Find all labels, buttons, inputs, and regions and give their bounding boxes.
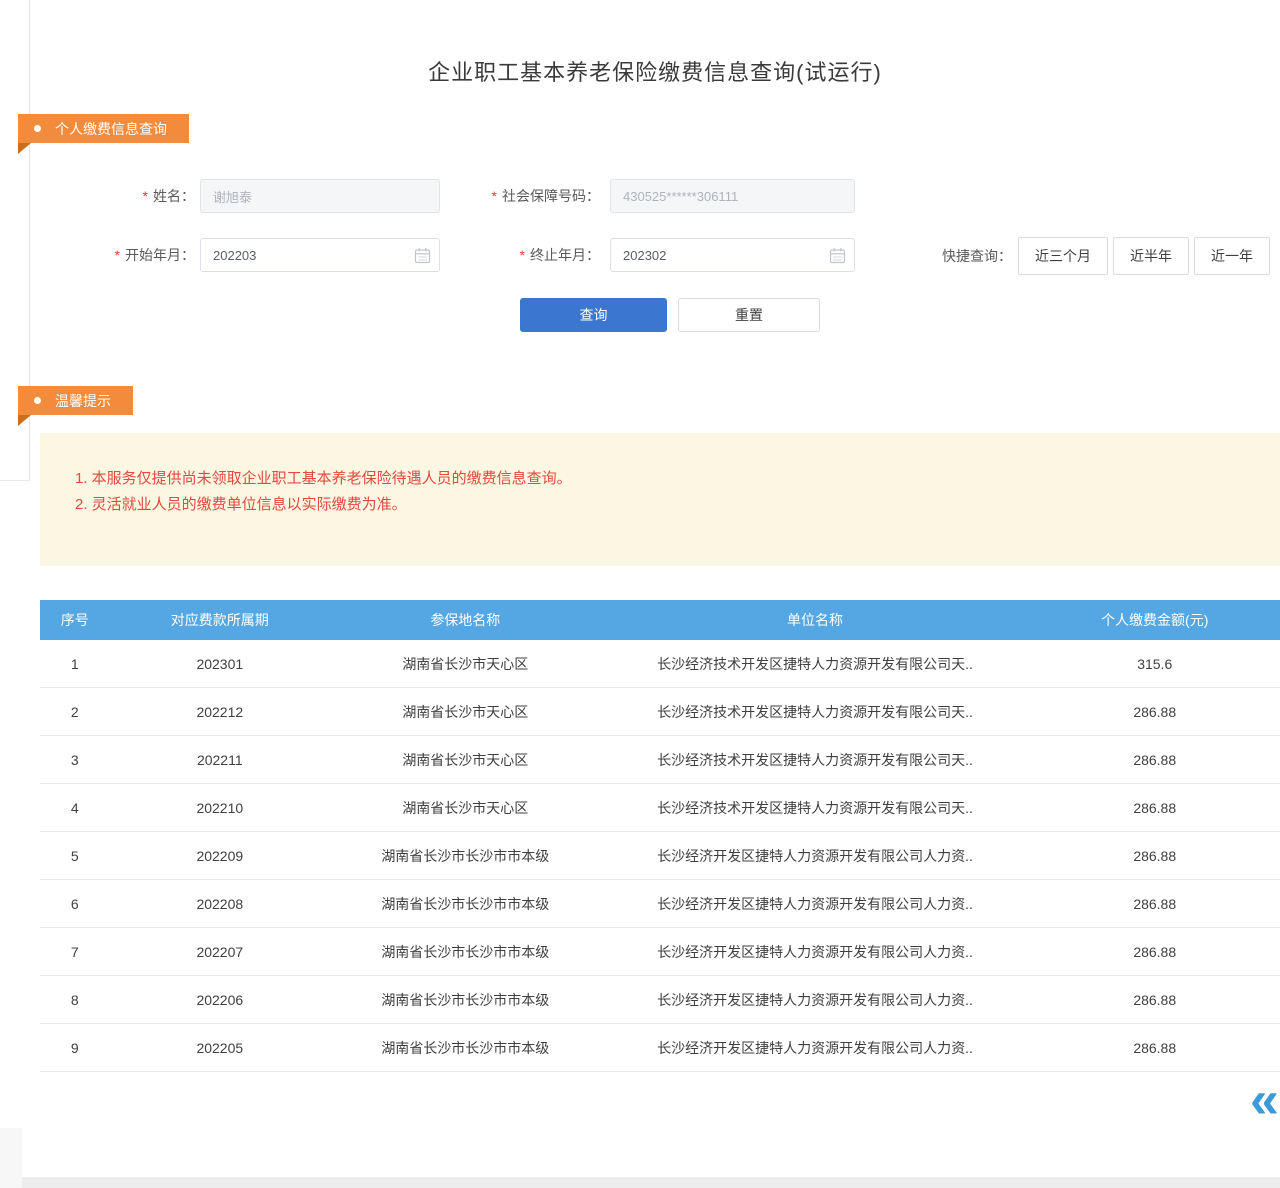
table-body: 1202301湖南省长沙市天心区长沙经济技术开发区捷特人力资源开发有限公司天..… <box>40 640 1280 1072</box>
table-row: 6202208湖南省长沙市长沙市市本级长沙经济开发区捷特人力资源开发有限公司人力… <box>40 880 1280 928</box>
table-cell: 湖南省长沙市天心区 <box>330 736 600 783</box>
table-cell: 长沙经济开发区捷特人力资源开发有限公司人力资.. <box>600 880 1029 927</box>
page-title: 企业职工基本养老保险缴费信息查询(试运行) <box>30 55 1280 87</box>
section-tag-label: 温馨提示 <box>55 391 111 411</box>
table-cell: 202212 <box>109 688 330 735</box>
end-month-label: *终止年月： <box>460 238 600 272</box>
quick-query-group: 近三个月 近半年 近一年 <box>1018 237 1270 275</box>
left-bottom-gray-area <box>0 1128 22 1188</box>
section-tag-tips: 温馨提示 <box>18 386 133 415</box>
table-row: 9202205湖南省长沙市长沙市市本级长沙经济开发区捷特人力资源开发有限公司人力… <box>40 1024 1280 1072</box>
table-cell: 9 <box>40 1024 109 1071</box>
table-row: 8202206湖南省长沙市长沙市市本级长沙经济开发区捷特人力资源开发有限公司人力… <box>40 976 1280 1024</box>
notice-line: 1. 本服务仅提供尚未领取企业职工基本养老保险待遇人员的缴费信息查询。 <box>75 466 572 492</box>
results-table: 序号 对应费款所属期 参保地名称 单位名称 个人缴费金额(元) 1202301湖… <box>40 600 1280 1072</box>
table-cell: 202301 <box>109 640 330 687</box>
table-cell: 湖南省长沙市长沙市市本级 <box>330 832 600 879</box>
table-cell: 286.88 <box>1030 976 1280 1023</box>
quick-btn-last-half-year[interactable]: 近半年 <box>1113 237 1189 275</box>
bottom-gray-bar <box>22 1177 1280 1188</box>
table-header-row: 序号 对应费款所属期 参保地名称 单位名称 个人缴费金额(元) <box>40 600 1280 640</box>
quick-btn-last-year[interactable]: 近一年 <box>1194 237 1270 275</box>
table-row: 7202207湖南省长沙市长沙市市本级长沙经济开发区捷特人力资源开发有限公司人力… <box>40 928 1280 976</box>
table-cell: 长沙经济开发区捷特人力资源开发有限公司人力资.. <box>600 832 1029 879</box>
table-cell: 202208 <box>109 880 330 927</box>
table-row: 3202211湖南省长沙市天心区长沙经济技术开发区捷特人力资源开发有限公司天..… <box>40 736 1280 784</box>
table-cell: 湖南省长沙市天心区 <box>330 640 600 687</box>
required-asterisk: * <box>115 247 120 263</box>
table-cell: 1 <box>40 640 109 687</box>
table-cell: 湖南省长沙市长沙市市本级 <box>330 1024 600 1071</box>
end-month-input[interactable] <box>610 238 855 272</box>
quick-btn-last-3-months[interactable]: 近三个月 <box>1018 237 1108 275</box>
table-cell: 长沙经济技术开发区捷特人力资源开发有限公司天.. <box>600 736 1029 783</box>
calendar-icon[interactable] <box>414 247 431 264</box>
table-cell: 湖南省长沙市长沙市市本级 <box>330 880 600 927</box>
table-cell: 286.88 <box>1030 832 1280 879</box>
ssn-input[interactable] <box>610 179 855 213</box>
table-cell: 5 <box>40 832 109 879</box>
table-cell: 202206 <box>109 976 330 1023</box>
table-cell: 286.88 <box>1030 928 1280 975</box>
section-tag-personal-query: 个人缴费信息查询 <box>18 114 189 143</box>
start-month-input[interactable] <box>200 238 440 272</box>
table-cell: 202211 <box>109 736 330 783</box>
double-left-chevron-icon[interactable]: « <box>1250 1074 1279 1126</box>
table-cell: 202210 <box>109 784 330 831</box>
table-cell: 湖南省长沙市长沙市市本级 <box>330 928 600 975</box>
table-row: 5202209湖南省长沙市长沙市市本级长沙经济开发区捷特人力资源开发有限公司人力… <box>40 832 1280 880</box>
table-cell: 湖南省长沙市天心区 <box>330 688 600 735</box>
table-cell: 8 <box>40 976 109 1023</box>
required-asterisk: * <box>143 188 148 204</box>
table-row: 1202301湖南省长沙市天心区长沙经济技术开发区捷特人力资源开发有限公司天..… <box>40 640 1280 688</box>
name-input[interactable] <box>200 179 440 213</box>
table-cell: 长沙经济开发区捷特人力资源开发有限公司人力资.. <box>600 976 1029 1023</box>
required-asterisk: * <box>492 188 497 204</box>
col-header-seq: 序号 <box>40 600 109 640</box>
table-cell: 286.88 <box>1030 688 1280 735</box>
col-header-place: 参保地名称 <box>330 600 600 640</box>
bullet-dot-icon <box>34 397 41 404</box>
table-cell: 2 <box>40 688 109 735</box>
table-cell: 长沙经济技术开发区捷特人力资源开发有限公司天.. <box>600 784 1029 831</box>
table-cell: 长沙经济技术开发区捷特人力资源开发有限公司天.. <box>600 640 1029 687</box>
reset-button[interactable]: 重置 <box>678 298 820 332</box>
table-cell: 286.88 <box>1030 784 1280 831</box>
table-cell: 湖南省长沙市天心区 <box>330 784 600 831</box>
start-month-label: *开始年月： <box>80 238 195 272</box>
table-cell: 7 <box>40 928 109 975</box>
table-cell: 长沙经济技术开发区捷特人力资源开发有限公司天.. <box>600 688 1029 735</box>
col-header-period: 对应费款所属期 <box>109 600 330 640</box>
table-cell: 4 <box>40 784 109 831</box>
table-cell: 286.88 <box>1030 880 1280 927</box>
notice-line: 2. 灵活就业人员的缴费单位信息以实际缴费为准。 <box>75 492 572 518</box>
quick-query-label: 快捷查询： <box>930 238 1012 275</box>
bullet-dot-icon <box>34 125 41 132</box>
name-label: *姓名： <box>80 179 195 213</box>
table-cell: 湖南省长沙市长沙市市本级 <box>330 976 600 1023</box>
table-cell: 286.88 <box>1030 1024 1280 1071</box>
table-row: 2202212湖南省长沙市天心区长沙经济技术开发区捷特人力资源开发有限公司天..… <box>40 688 1280 736</box>
query-button[interactable]: 查询 <box>520 298 667 332</box>
section-tag-label: 个人缴费信息查询 <box>55 119 167 139</box>
notice-box: 1. 本服务仅提供尚未领取企业职工基本养老保险待遇人员的缴费信息查询。 2. 灵… <box>40 433 1280 566</box>
table-cell: 202205 <box>109 1024 330 1071</box>
table-cell: 202207 <box>109 928 330 975</box>
table-cell: 长沙经济开发区捷特人力资源开发有限公司人力资.. <box>600 1024 1029 1071</box>
page: { "page": { "title": "企业职工基本养老保险缴费信息查询(试… <box>0 0 1280 1188</box>
col-header-company: 单位名称 <box>600 600 1029 640</box>
table-cell: 286.88 <box>1030 736 1280 783</box>
table-cell: 202209 <box>109 832 330 879</box>
table-cell: 长沙经济开发区捷特人力资源开发有限公司人力资.. <box>600 928 1029 975</box>
col-header-amount: 个人缴费金额(元) <box>1030 600 1280 640</box>
table-cell: 315.6 <box>1030 640 1280 687</box>
table-cell: 3 <box>40 736 109 783</box>
ssn-label: *社会保障号码： <box>460 179 600 213</box>
required-asterisk: * <box>520 247 525 263</box>
calendar-icon[interactable] <box>829 247 846 264</box>
table-row: 4202210湖南省长沙市天心区长沙经济技术开发区捷特人力资源开发有限公司天..… <box>40 784 1280 832</box>
table-cell: 6 <box>40 880 109 927</box>
